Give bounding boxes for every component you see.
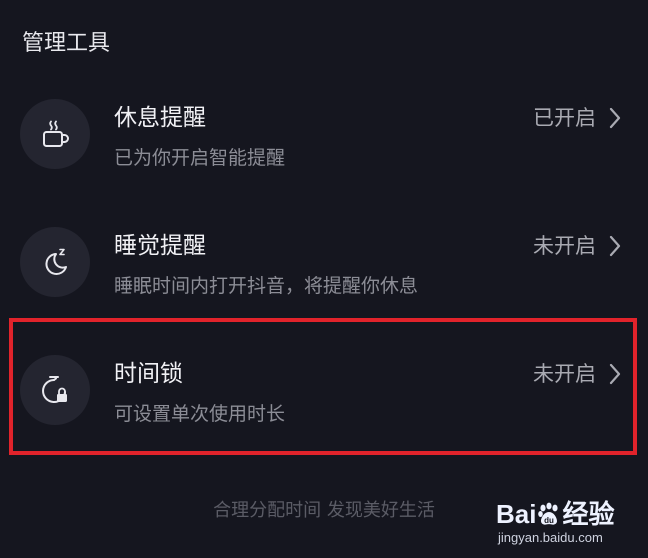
time-lock-item[interactable]: 时间锁 可设置单次使用时长 未开启 [0, 313, 648, 441]
time-lock-icon-badge [20, 355, 90, 425]
item-title: 时间锁 [114, 361, 183, 387]
item-description: 可设置单次使用时长 [114, 403, 286, 425]
item-status: 未开启 [533, 362, 596, 386]
cup-icon [43, 120, 69, 147]
watermark-brand-left: Bai [496, 499, 537, 529]
baidu-jingyan-watermark: Bai du 经验 jingyan.baidu.com [496, 488, 626, 548]
chevron-right-icon [609, 235, 621, 257]
item-description: 睡眠时间内打开抖音，将提醒你休息 [114, 275, 419, 297]
chevron-right-icon [609, 363, 621, 385]
chevron-right-icon [609, 107, 621, 129]
moon-icon [45, 248, 67, 275]
item-title: 睡觉提醒 [114, 233, 206, 259]
item-status: 未开启 [533, 234, 596, 258]
rest-reminder-item[interactable]: 休息提醒 已为你开启智能提醒 已开启 [0, 57, 648, 185]
watermark-url: jingyan.baidu.com [498, 530, 603, 545]
watermark-logo: Bai du 经验 [496, 494, 614, 531]
item-title: 休息提醒 [114, 105, 206, 131]
timer-lock-icon [42, 376, 67, 403]
item-status: 已开启 [533, 106, 596, 130]
watermark-brand-right: 经验 [562, 499, 615, 529]
management-tools-page: 管理工具 休息提醒 已为你开启智能提醒 已开启 睡觉提醒 睡眠时间内打开抖音，将… [0, 0, 648, 558]
paw-logo-icon: du [538, 502, 559, 525]
rest-reminder-icon-badge [20, 99, 90, 169]
item-description: 已为你开启智能提醒 [114, 147, 286, 169]
sleep-reminder-item[interactable]: 睡觉提醒 睡眠时间内打开抖音，将提醒你休息 未开启 [0, 185, 648, 313]
svg-text:du: du [545, 516, 555, 525]
sleep-reminder-icon-badge [20, 227, 90, 297]
